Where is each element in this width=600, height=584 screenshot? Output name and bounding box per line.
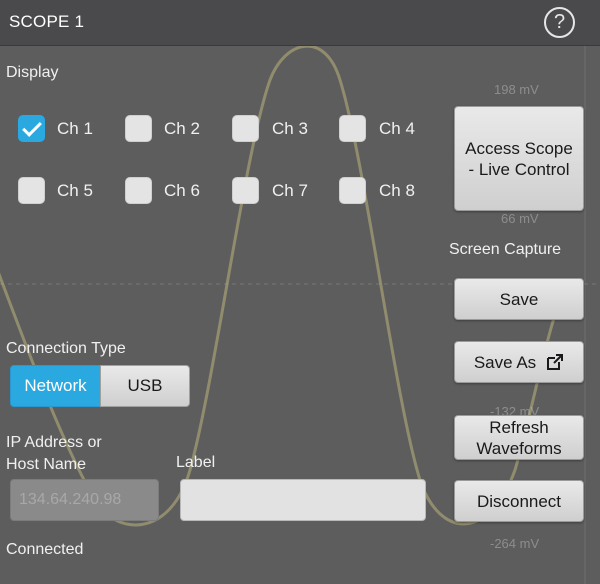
scale-label-4: -264 mV (490, 536, 540, 551)
ch1-checkbox[interactable] (18, 115, 45, 142)
access-scope-button[interactable]: Access Scope - Live Control (454, 106, 584, 211)
ch2-label: Ch 2 (164, 119, 200, 138)
ch5-checkbox[interactable] (18, 177, 45, 204)
display-heading: Display (6, 64, 59, 81)
refresh-label-1: Refresh (489, 417, 549, 437)
ch3-checkbox[interactable] (232, 115, 259, 142)
panel-titlebar: SCOPE 1 ? (0, 0, 600, 46)
disconnect-button[interactable]: Disconnect (454, 480, 584, 522)
ch1-label: Ch 1 (57, 119, 93, 138)
ch6-label: Ch 6 (164, 181, 200, 200)
ch6-checkbox[interactable] (125, 177, 152, 204)
ch8-label: Ch 8 (379, 181, 415, 200)
connection-network-option[interactable]: Network (10, 365, 101, 407)
connection-status: Connected (6, 541, 84, 558)
access-scope-label-1: Access Scope (465, 138, 573, 158)
ip-address-label-line1: IP Address or (6, 434, 102, 451)
label-field-label: Label (176, 454, 216, 471)
refresh-label-2: Waveforms (476, 438, 562, 458)
ch4-label: Ch 4 (379, 119, 415, 138)
label-input[interactable] (180, 479, 426, 521)
ch3-label: Ch 3 (272, 119, 308, 138)
save-as-button[interactable]: Save As (454, 341, 584, 383)
ch4-checkbox[interactable] (339, 115, 366, 142)
scale-label-2: 66 mV (501, 211, 539, 226)
access-scope-label-2: - Live Control (468, 159, 570, 179)
panel-title: SCOPE 1 (9, 12, 85, 31)
connection-type-heading: Connection Type (6, 340, 126, 357)
ip-address-label-line2: Host Name (6, 456, 87, 473)
ch7-label: Ch 7 (272, 181, 308, 200)
save-as-label: Save As (473, 352, 537, 372)
help-icon[interactable]: ? (544, 7, 575, 38)
connection-usb-option[interactable]: USB (100, 365, 190, 407)
scale-label-1: 198 mV (494, 82, 539, 97)
external-link-icon (547, 354, 564, 370)
ch5-label: Ch 5 (57, 181, 93, 200)
refresh-waveforms-button[interactable]: Refresh Waveforms (454, 415, 584, 460)
save-button[interactable]: Save (454, 278, 584, 320)
ip-address-label: IP Address or Host Name (6, 432, 102, 476)
ch2-checkbox[interactable] (125, 115, 152, 142)
screen-capture-heading: Screen Capture (449, 241, 562, 258)
ip-address-input[interactable] (10, 479, 159, 521)
ch8-checkbox[interactable] (339, 177, 366, 204)
ch7-checkbox[interactable] (232, 177, 259, 204)
